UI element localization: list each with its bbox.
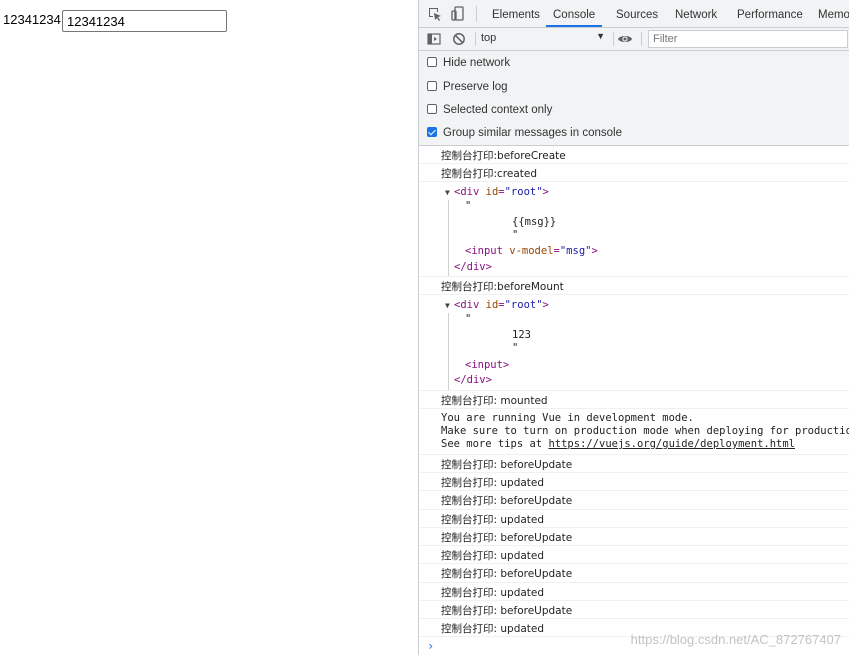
console-output: 控制台打印:beforeCreate 控制台打印:created ▼ <div … (419, 146, 849, 655)
hide-network-label: Hide network (443, 57, 511, 69)
input-tag: <input> (465, 359, 510, 371)
console-message: 控制台打印: mounted (419, 391, 849, 409)
console-prompt-icon[interactable]: › (427, 639, 434, 653)
console-settings: Hide network Preserve log Selected conte… (419, 51, 849, 146)
tab-console[interactable]: Console (546, 0, 603, 27)
page-text-input[interactable] (62, 10, 227, 32)
selected-context-checkbox[interactable] (427, 104, 437, 114)
context-label: top (481, 32, 497, 44)
console-message: 控制台打印:beforeMount (419, 277, 849, 295)
div-close-tag: </div> (454, 374, 492, 386)
tree-guide-line (448, 200, 449, 276)
eye-icon[interactable] (617, 31, 633, 47)
preserve-log-label: Preserve log (443, 81, 508, 93)
console-message: 控制台打印: beforeUpdate (419, 601, 849, 619)
tree-guide-line (448, 313, 449, 390)
console-message: 控制台打印: beforeUpdate (419, 491, 849, 510)
console-message: 控制台打印: beforeUpdate (419, 528, 849, 546)
devtools-tabbar: Elements Console Sources Network Perform… (419, 0, 849, 28)
clear-console-icon[interactable] (452, 31, 468, 47)
page-viewport: 12341234 (0, 0, 418, 655)
console-message: 控制台打印: updated (419, 473, 849, 491)
selected-context-label: Selected context only (443, 104, 553, 116)
hide-network-checkbox[interactable] (427, 57, 437, 67)
dom-tree-log[interactable]: ▼ <div id="root"> " {{msg}} " <input v-m… (419, 182, 849, 277)
preserve-log-checkbox[interactable] (427, 81, 437, 91)
hide-network-option[interactable]: Hide network (427, 57, 510, 73)
vue-dev-mode-message: You are running Vue in development mode.… (419, 409, 849, 455)
expand-triangle-icon[interactable]: ▼ (445, 186, 450, 198)
toolbar-separator (613, 32, 614, 46)
text-node-quote: " (465, 313, 472, 325)
console-message: 控制台打印:created (419, 164, 849, 182)
div-open-tag: <div id="root"> (454, 186, 549, 198)
console-message: 控制台打印: updated (419, 583, 849, 601)
console-message: 控制台打印:beforeCreate (419, 146, 849, 164)
tab-elements[interactable]: Elements (492, 0, 540, 27)
page-text-output: 12341234 (3, 12, 61, 27)
devtools-panel: Elements Console Sources Network Perform… (418, 0, 849, 655)
vue-deployment-link[interactable]: https://vuejs.org/guide/deployment.html (548, 438, 795, 450)
text-node-quote: " (465, 200, 472, 212)
group-similar-option[interactable]: Group similar messages in console (427, 127, 622, 143)
console-message: 控制台打印: updated (419, 546, 849, 564)
chevron-down-icon: ▼ (596, 31, 605, 41)
console-toolbar: top ▼ (419, 28, 849, 51)
console-message: 控制台打印: updated (419, 510, 849, 528)
div-close-tag: </div> (454, 261, 492, 273)
tab-network[interactable]: Network (675, 0, 717, 27)
device-toggle-icon[interactable] (450, 6, 466, 22)
text-node-quote: " (512, 342, 519, 354)
input-tag: <input v-model="msg"> (465, 245, 598, 257)
toolbar-separator (641, 32, 642, 46)
group-similar-checkbox[interactable] (427, 127, 437, 137)
toolbar-separator (476, 6, 477, 22)
context-selector[interactable]: top ▼ (481, 31, 605, 46)
group-similar-label: Group similar messages in console (443, 127, 622, 139)
text-node-content: 123 (512, 329, 531, 341)
div-open-tag: <div id="root"> (454, 299, 549, 311)
watermark: https://blog.csdn.net/AC_872767407 (630, 632, 841, 647)
inspect-icon[interactable] (427, 6, 443, 22)
dom-tree-log[interactable]: ▼ <div id="root"> " 123 " <input> </div> (419, 295, 849, 391)
console-message: 控制台打印: beforeUpdate (419, 455, 849, 473)
expand-triangle-icon[interactable]: ▼ (445, 299, 450, 311)
text-node-quote: " (512, 229, 519, 241)
console-message: 控制台打印: beforeUpdate (419, 564, 849, 583)
text-node-content: {{msg}} (512, 216, 557, 228)
tab-memory[interactable]: Memo (818, 0, 849, 27)
preserve-log-option[interactable]: Preserve log (427, 81, 508, 97)
tab-sources[interactable]: Sources (616, 0, 658, 27)
filter-input[interactable] (648, 30, 848, 48)
tab-performance[interactable]: Performance (737, 0, 803, 27)
sidebar-toggle-icon[interactable] (427, 31, 443, 47)
selected-context-option[interactable]: Selected context only (427, 104, 552, 120)
toolbar-separator (475, 32, 476, 46)
